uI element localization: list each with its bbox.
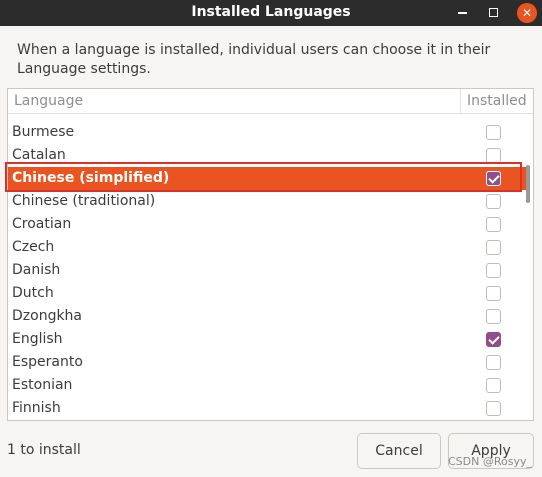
installed-checkbox[interactable] — [486, 217, 501, 232]
installed-checkbox[interactable] — [486, 401, 501, 416]
installed-checkbox[interactable] — [486, 171, 501, 186]
column-installed[interactable]: Installed — [460, 89, 527, 113]
installed-checkbox[interactable] — [486, 332, 501, 347]
language-name: Esperanto — [12, 354, 83, 370]
list-item[interactable]: Chinese (simplified) — [8, 167, 526, 190]
language-name: Czech — [12, 239, 55, 255]
cancel-button[interactable]: Cancel — [357, 433, 441, 469]
list-item[interactable]: Dzongkha — [8, 305, 526, 328]
language-name: Chinese (simplified) — [12, 170, 170, 186]
column-header: Language Installed — [8, 89, 533, 114]
title-bar: Installed Languages ✕ — [0, 0, 542, 26]
language-name: Estonian — [12, 377, 73, 393]
installed-checkbox[interactable] — [486, 263, 501, 278]
language-name: Croatian — [12, 216, 72, 232]
list-item[interactable]: English — [8, 328, 526, 351]
installed-checkbox[interactable] — [486, 378, 501, 393]
list-item[interactable]: Croatian — [8, 213, 526, 236]
language-name: Burmese — [12, 124, 75, 140]
list-item[interactable]: Estonian — [8, 374, 526, 397]
scrollbar[interactable] — [526, 165, 530, 203]
installed-checkbox[interactable] — [486, 355, 501, 370]
language-name: Dutch — [12, 285, 54, 301]
language-name: Finnish — [12, 400, 61, 416]
language-list[interactable]: Language Installed Burmese Catalan Chinese… — [7, 88, 534, 421]
language-name: Danish — [12, 262, 61, 278]
close-icon[interactable]: ✕ — [517, 3, 537, 23]
list-item[interactable]: Czech — [8, 236, 526, 259]
maximize-icon[interactable] — [483, 3, 503, 23]
list-item[interactable]: Finnish — [8, 397, 526, 420]
language-name: Catalan — [12, 147, 66, 163]
list-item[interactable]: Chinese (traditional) — [8, 190, 526, 213]
installed-checkbox[interactable] — [486, 286, 501, 301]
installed-checkbox[interactable] — [486, 148, 501, 163]
list-item[interactable]: Catalan — [8, 144, 526, 167]
description-text: When a language is installed, individual… — [17, 42, 491, 77]
language-rows: Burmese Catalan Chinese (simplified) Chines… — [8, 115, 526, 420]
installed-checkbox[interactable] — [486, 309, 501, 324]
watermark: CSDN @Rosyy_ — [448, 455, 532, 468]
installed-checkbox[interactable] — [486, 125, 501, 140]
language-name: English — [12, 331, 63, 347]
list-item[interactable]: Burmese — [8, 121, 526, 144]
install-count: 1 to install — [7, 442, 81, 458]
column-language[interactable]: Language — [14, 93, 83, 109]
installed-checkbox[interactable] — [486, 194, 501, 209]
minimize-icon[interactable] — [452, 3, 472, 23]
list-item[interactable]: Dutch — [8, 282, 526, 305]
language-name: Dzongkha — [12, 308, 83, 324]
list-item[interactable]: Danish — [8, 259, 526, 282]
language-name: Chinese (traditional) — [12, 193, 156, 209]
installed-checkbox[interactable] — [486, 240, 501, 255]
list-item[interactable]: Esperanto — [8, 351, 526, 374]
